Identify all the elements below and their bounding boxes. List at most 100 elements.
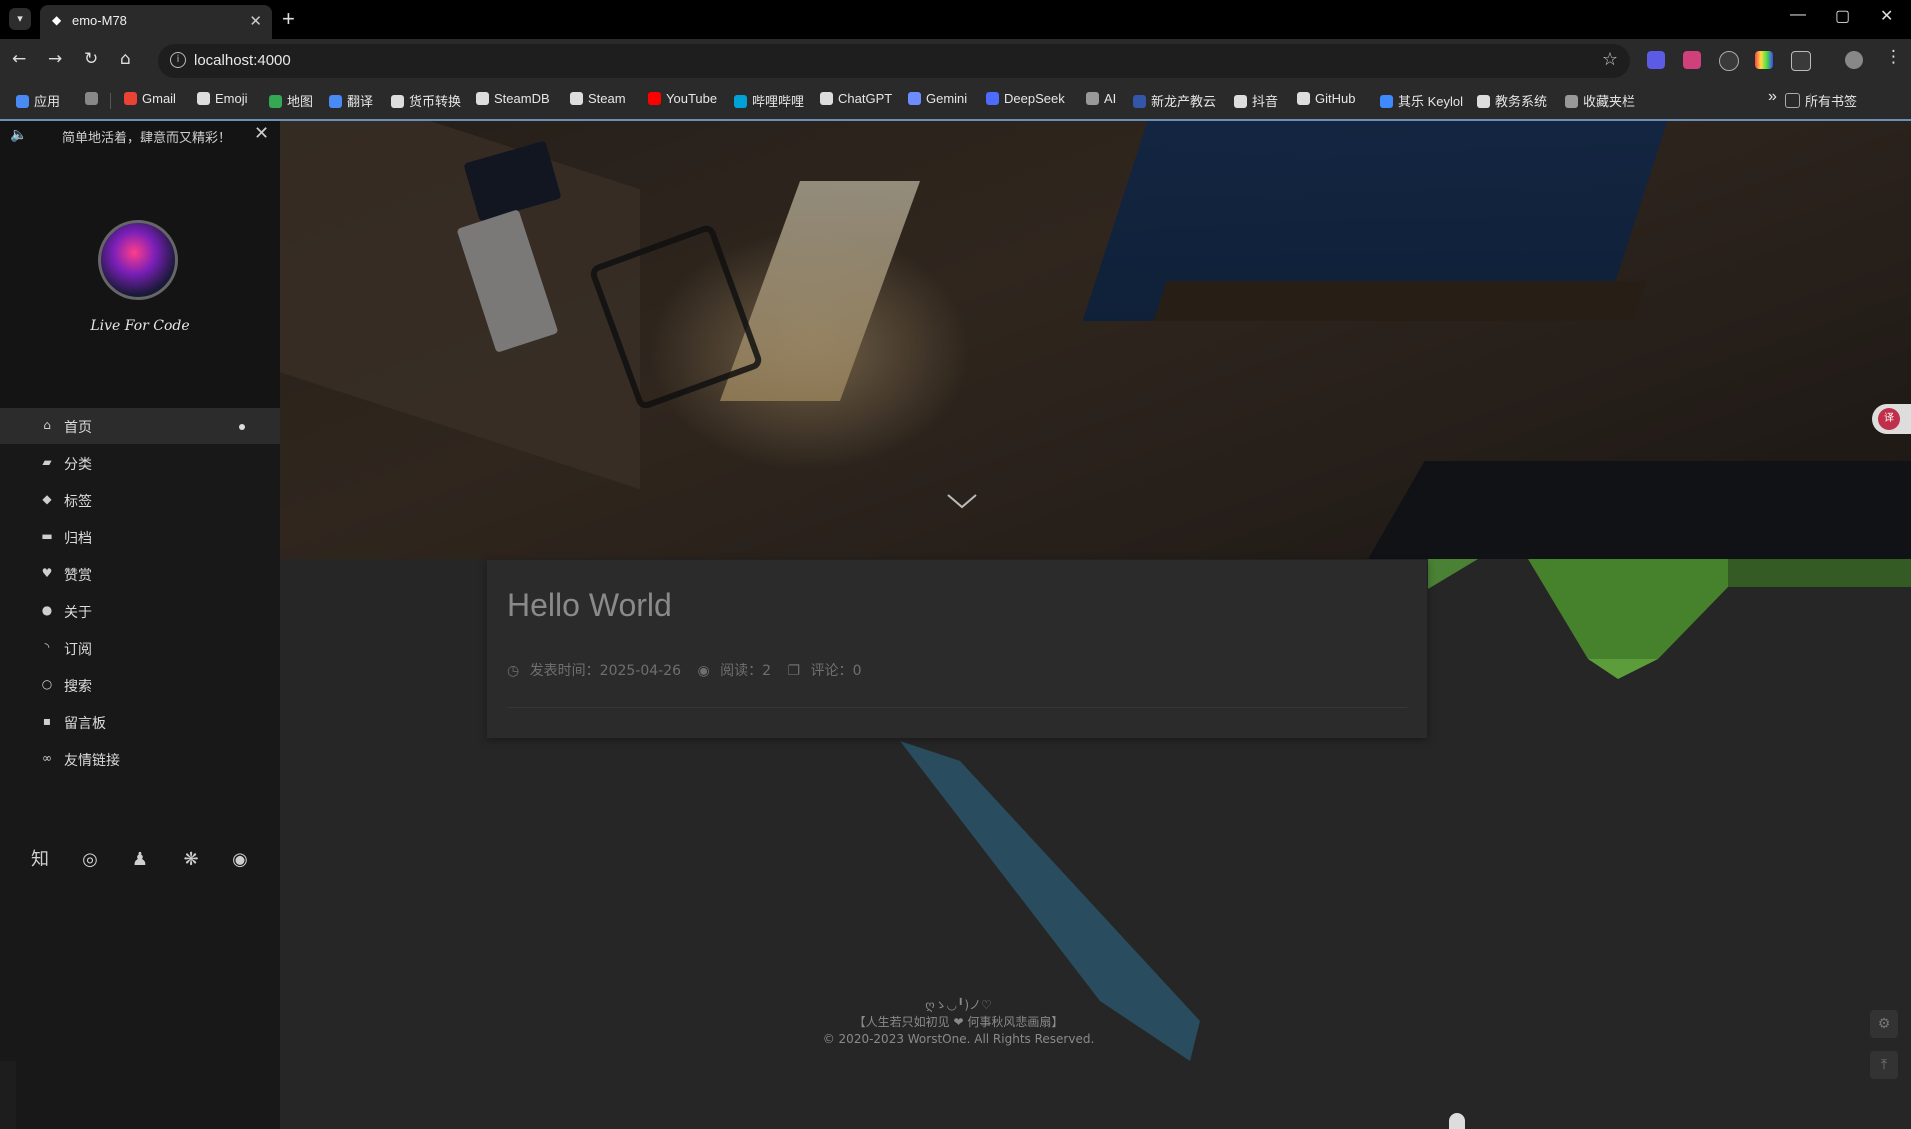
github-icon[interactable]: ◉ [227, 847, 253, 873]
bookmark-item[interactable]: 新龙产教云 [1133, 91, 1216, 110]
minimize-button[interactable]: — [1790, 6, 1806, 24]
bookmark-item[interactable]: YouTube [648, 91, 717, 106]
post-card[interactable]: Hello World ◷ 发表时间：2025-04-26 ◉ 阅读：2 ❐ 评… [487, 560, 1427, 738]
new-tab-button[interactable]: + [282, 6, 295, 32]
post-title[interactable]: Hello World [507, 587, 672, 624]
browser-tab[interactable]: ◆ emo-M78 ✕ [40, 5, 272, 39]
zhihu-icon[interactable]: 知 [27, 847, 53, 873]
scroll-down-chevron-icon[interactable] [942, 481, 982, 521]
bookmark-favicon-icon [16, 95, 29, 108]
sidebar-header: 🔈 简单地活着，肆意而又精彩！ ✕ Live For Code [0, 121, 280, 441]
tag-icon: ◆ [42, 492, 52, 506]
bookmark-item[interactable]: 翻译 [329, 91, 373, 110]
footer-quote: 【人生若只如初见 ❤ 何事秋风悲画扇】 [853, 1015, 1064, 1029]
bookmark-item[interactable]: Gemini [908, 91, 967, 106]
sidebar-item-3[interactable]: ▬ 归档 [0, 519, 280, 555]
sidebar-item-label: 关于 [64, 605, 92, 621]
bookmark-item[interactable]: 应用 [16, 91, 60, 110]
tab-search-button[interactable]: ▾ [9, 8, 31, 30]
close-icon[interactable]: ✕ [254, 123, 269, 144]
sidebar-edge-toggle[interactable] [0, 1061, 16, 1129]
bookmark-item[interactable]: 哔哩哔哩 [734, 91, 804, 110]
home-button[interactable]: ⌂ [120, 49, 131, 69]
tab-title: emo-M78 [72, 13, 127, 28]
qq-icon[interactable]: ♟ [127, 847, 153, 873]
sidebar-item-label: 友情链接 [64, 753, 120, 769]
avatar[interactable] [98, 220, 178, 300]
sidebar-item-label: 留言板 [64, 716, 106, 732]
bookmark-item[interactable]: Gmail [124, 91, 176, 106]
footer-copyright: © 2020-2023 WorstOne. All Rights Reserve… [822, 1032, 1095, 1046]
sidebar-motto: 简单地活着，肆意而又精彩！ [62, 131, 232, 146]
extension-icon[interactable] [1647, 51, 1665, 69]
bookmark-item[interactable]: 抖音 [1234, 91, 1278, 110]
sidebar-item-8[interactable]: ▪ 留言板 [0, 704, 280, 740]
sidebar-item-0[interactable]: ⌂ 首页 [0, 408, 280, 444]
bookmark-favicon-icon [986, 92, 999, 105]
translate-extension-icon[interactable] [1683, 51, 1701, 69]
speaker-icon[interactable]: 🔈 [10, 127, 27, 143]
hero-banner [280, 121, 1911, 559]
window-close-button[interactable]: ✕ [1880, 6, 1893, 26]
back-to-top-icon[interactable]: ⤒ [1870, 1051, 1898, 1079]
browser-menu-icon[interactable]: ⋮ [1885, 47, 1902, 67]
sidebar-item-4[interactable]: ♥ 赞赏 [0, 556, 280, 592]
bookmark-favicon-icon [1380, 95, 1393, 108]
sidebar-item-2[interactable]: ◆ 标签 [0, 482, 280, 518]
forward-button[interactable]: → [48, 49, 62, 69]
bookmark-item[interactable]: DeepSeek [986, 91, 1065, 106]
tab-close-icon[interactable]: ✕ [249, 12, 262, 30]
sidebar-item-label: 标签 [64, 494, 92, 510]
back-button[interactable]: ← [12, 49, 26, 69]
bookmark-item[interactable]: 货币转换 [391, 91, 461, 110]
color-extension-icon[interactable] [1755, 51, 1773, 69]
bookmark-item[interactable]: 收藏夹栏 [1565, 91, 1635, 110]
bookmark-star-icon[interactable]: ☆ [1602, 49, 1618, 70]
bookmark-favicon-icon [1133, 95, 1146, 108]
link-icon: ∞ [42, 751, 52, 765]
maximize-button[interactable]: ▢ [1835, 6, 1850, 26]
bookmarks-bar: 所有书签 » 应用 Gmail Emoji 地图 翻译 货币转换 SteamDB Steam Y… [0, 83, 1911, 120]
all-bookmarks-folder[interactable]: 所有书签 [1785, 91, 1857, 110]
sidebar-item-label: 订阅 [64, 642, 92, 658]
folder-icon [1785, 93, 1800, 108]
bottom-widget[interactable] [1449, 1113, 1465, 1129]
browser-toolbar: ← → ↻ ⌂ i localhost:4000 ☆ ⋮ [0, 39, 1911, 83]
bookmark-item[interactable]: SteamDB [476, 91, 550, 106]
address-bar[interactable]: i localhost:4000 ☆ [158, 44, 1630, 78]
wechat-icon[interactable]: ❋ [178, 847, 204, 873]
sidebar-item-7[interactable]: ○ 搜索 [0, 667, 280, 703]
site-info-icon[interactable]: i [170, 52, 186, 68]
bookmark-item[interactable]: 地图 [269, 91, 313, 110]
weibo-icon[interactable]: ◎ [77, 847, 103, 873]
eye-icon: ◉ [697, 663, 710, 679]
bookmark-item[interactable]: ChatGPT [820, 91, 892, 106]
archive-icon: ▬ [41, 529, 53, 543]
browser-tab-strip: ▾ ◆ emo-M78 ✕ + — ▢ ✕ [0, 0, 1911, 39]
reload-button[interactable]: ↻ [84, 49, 98, 69]
bulb-extension-icon[interactable] [1719, 51, 1739, 71]
bookmark-favicon-icon [269, 95, 282, 108]
bookmark-item[interactable]: GitHub [1297, 91, 1355, 106]
sidebar-item-6[interactable]: ◝ 订阅 [0, 630, 280, 666]
sidebar-item-1[interactable]: ▰ 分类 [0, 445, 280, 481]
bookmark-item[interactable]: 其乐 Keylol [1380, 91, 1463, 110]
divider [507, 707, 1407, 708]
settings-gear-icon[interactable]: ⚙ [1870, 1010, 1898, 1038]
clock-icon: ◷ [507, 663, 520, 679]
bookmark-item[interactable]: AI [1086, 91, 1116, 106]
bookmark-item[interactable]: Steam [570, 91, 626, 106]
bookmark-item[interactable]: Emoji [197, 91, 248, 106]
sidebar-item-9[interactable]: ∞ 友情链接 [0, 741, 280, 777]
translate-float-button[interactable]: 译 [1872, 404, 1911, 434]
bookmark-favicon-icon [1565, 95, 1578, 108]
bookmark-item[interactable]: 教务系统 [1477, 91, 1547, 110]
sidebar-item-label: 分类 [64, 457, 92, 473]
bookmark-favicon-icon [1086, 92, 1099, 105]
sidebar-item-5[interactable]: ● 关于 [0, 593, 280, 629]
more-bookmarks-chevron-icon[interactable]: » [1768, 88, 1777, 106]
url-text: localhost:4000 [194, 52, 291, 69]
profile-avatar[interactable] [1845, 51, 1863, 69]
bookmark-item[interactable] [85, 91, 103, 106]
extensions-puzzle-icon[interactable] [1791, 51, 1811, 71]
